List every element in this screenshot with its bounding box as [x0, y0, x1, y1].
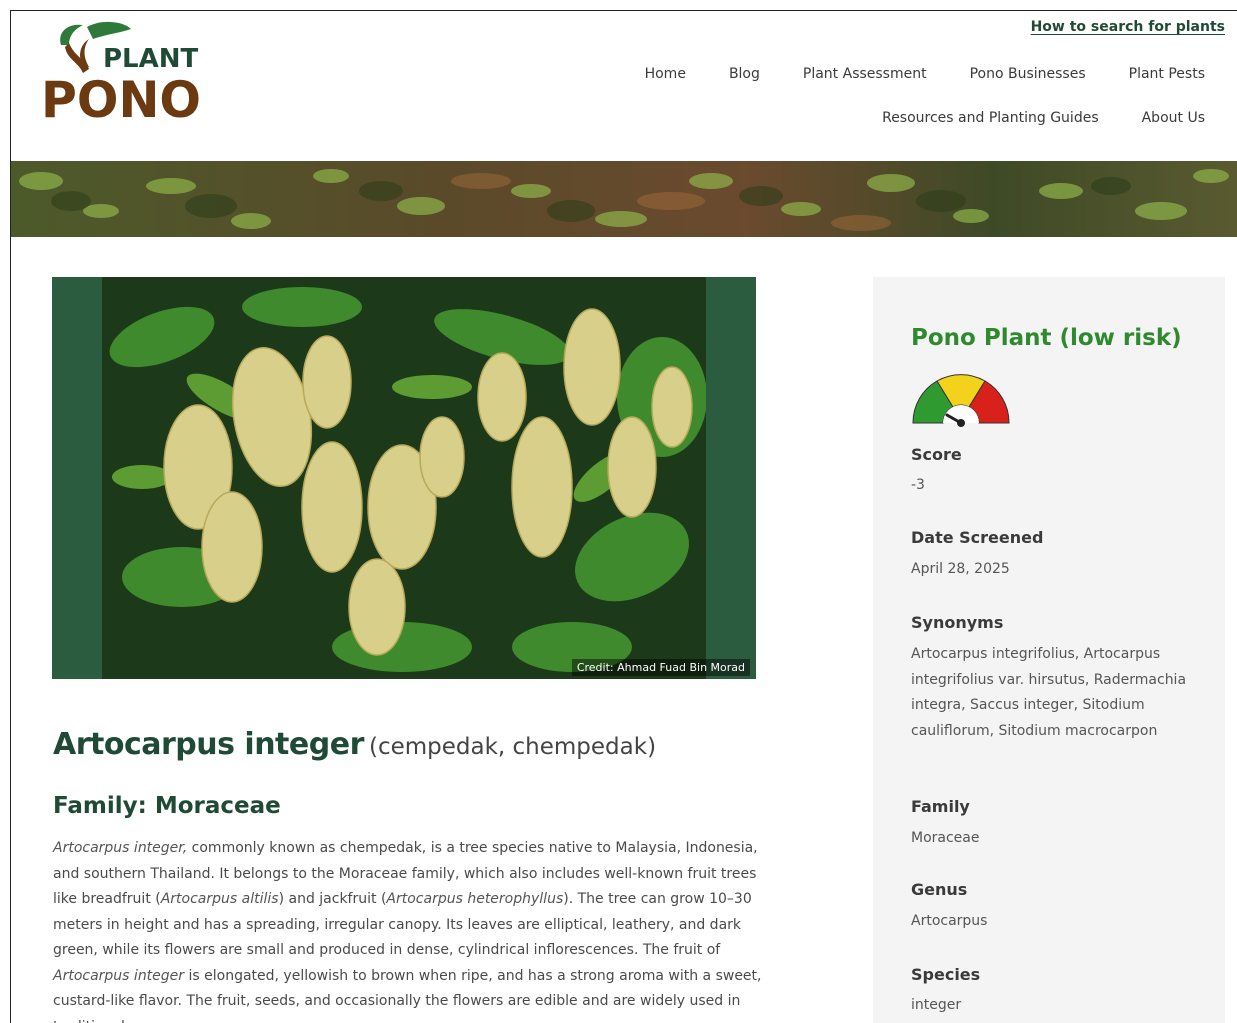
- logo-word-plant: PLANT: [103, 44, 199, 74]
- scientific-name: Artocarpus integer: [53, 727, 364, 762]
- nav-blog[interactable]: Blog: [729, 66, 760, 82]
- family-heading: Family: Moraceae: [53, 793, 281, 819]
- how-to-search-link[interactable]: How to search for plants: [1031, 19, 1225, 35]
- plant-description: Artocarpus integer, commonly known as ch…: [53, 836, 765, 1023]
- main-nav-row2: Resources and Planting Guides About Us: [882, 110, 1205, 126]
- species-label: Species: [911, 965, 981, 984]
- date-screened-value: April 28, 2025: [911, 561, 1010, 577]
- risk-rating: Pono Plant (low risk): [911, 325, 1182, 351]
- nav-home[interactable]: Home: [645, 66, 686, 82]
- nav-plant-assessment[interactable]: Plant Assessment: [803, 66, 927, 82]
- foliage-banner: [11, 161, 1237, 237]
- plant-photo: Credit: Ahmad Fuad Bin Morad: [52, 277, 756, 679]
- plant-info-sidebar: Pono Plant (low risk) Score -3 Date Scre…: [873, 277, 1225, 1023]
- date-screened-label: Date Screened: [911, 528, 1044, 547]
- nav-resources[interactable]: Resources and Planting Guides: [882, 110, 1099, 126]
- page-frame: PLANT PONO How to search for plants Home…: [10, 10, 1237, 1023]
- score-value: -3: [911, 477, 925, 493]
- score-label: Score: [911, 445, 962, 464]
- desc-italic-2: Artocarpus altilis: [160, 891, 279, 907]
- desc-italic-1: Artocarpus integer,: [53, 840, 188, 856]
- family-value: Moraceae: [911, 830, 980, 846]
- photo-credit: Credit: Ahmad Fuad Bin Morad: [571, 659, 750, 676]
- genus-value: Artocarpus: [911, 913, 988, 929]
- family-label: Family: [911, 797, 970, 816]
- desc-text-2: ) and jackfruit (: [278, 891, 387, 907]
- plant-title: Artocarpus integer (cempedak, chempedak): [53, 727, 813, 762]
- risk-gauge-icon: [909, 371, 1013, 434]
- desc-italic-4: Artocarpus integer: [53, 967, 185, 984]
- synonyms-label: Synonyms: [911, 613, 1004, 632]
- nav-about-us[interactable]: About Us: [1142, 110, 1205, 126]
- main-nav-row1: Home Blog Plant Assessment Pono Business…: [645, 66, 1205, 82]
- synonyms-value: Artocarpus integrifolius, Artocarpus int…: [911, 646, 1187, 739]
- nav-pono-businesses[interactable]: Pono Businesses: [970, 66, 1086, 82]
- common-names: (cempedak, chempedak): [368, 734, 657, 760]
- species-value: integer: [911, 997, 962, 1013]
- logo-word-pono: PONO: [41, 71, 201, 127]
- genus-label: Genus: [911, 880, 968, 899]
- plant-pono-logo[interactable]: PLANT PONO: [39, 17, 209, 129]
- nav-plant-pests[interactable]: Plant Pests: [1129, 66, 1205, 82]
- desc-italic-3: Artocarpus heterophyllus: [386, 891, 564, 907]
